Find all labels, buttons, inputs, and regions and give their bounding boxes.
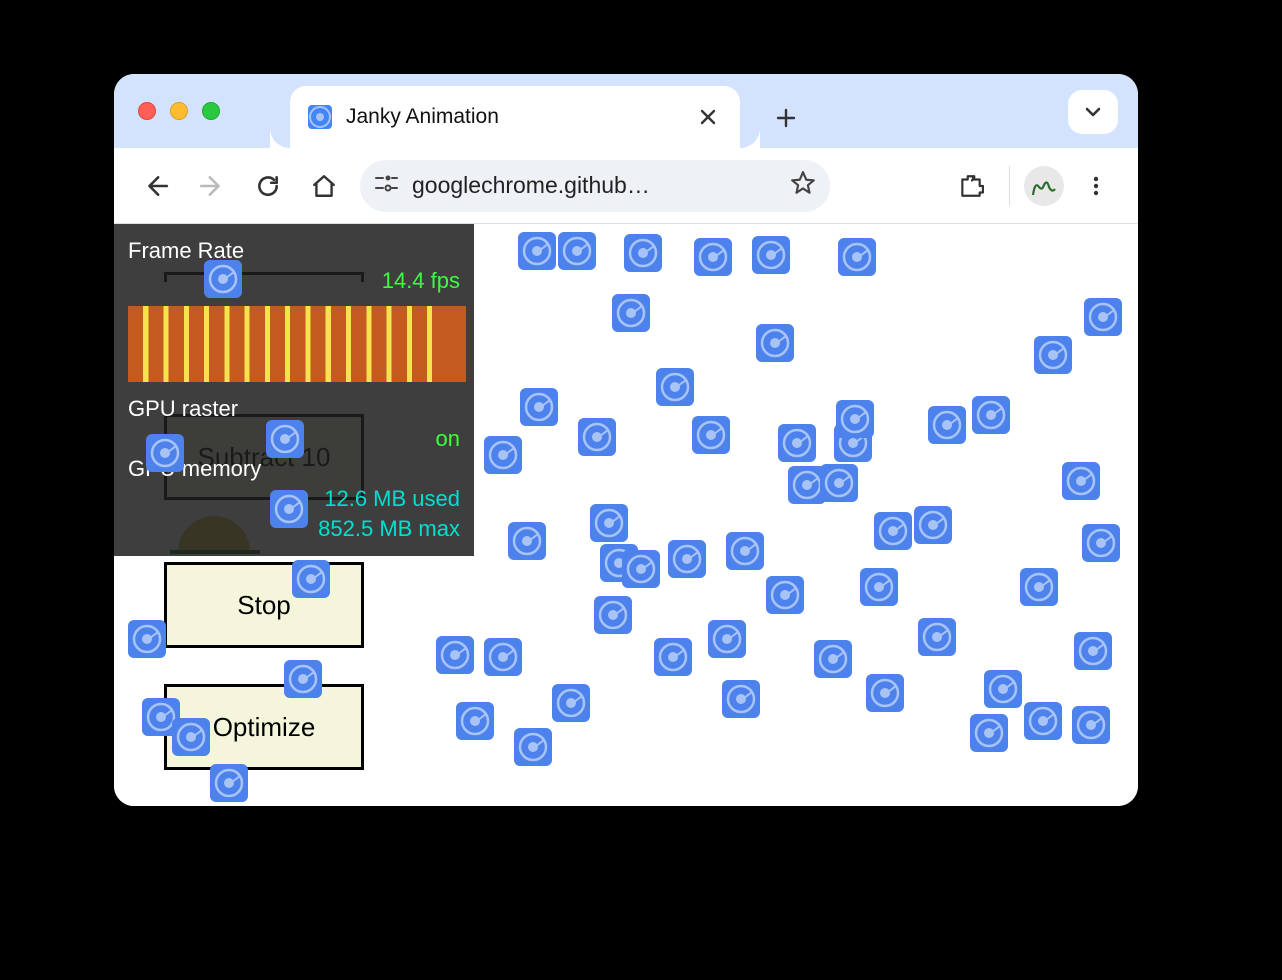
minimize-window-button[interactable] [170,102,188,120]
gpu-mem-used: 12.6 MB used [324,486,460,512]
chrome-logo-icon [1024,702,1062,740]
chrome-logo-icon [518,232,556,270]
chrome-logo-icon [146,434,184,472]
button-label: Stop [237,590,291,621]
chrome-logo-icon [656,368,694,406]
bookmark-star-icon[interactable] [790,170,816,201]
chrome-logo-icon [484,638,522,676]
chrome-logo-icon [624,234,662,272]
chrome-logo-icon [204,260,242,298]
chrome-logo-icon [484,436,522,474]
fps-graph [128,306,466,382]
new-tab-button[interactable] [766,98,806,138]
chrome-logo-icon [692,416,730,454]
gpu-raster-value: on [436,426,460,452]
reload-button[interactable] [244,162,292,210]
browser-toolbar: googlechrome.github… [114,148,1138,224]
stop-button[interactable]: Stop [164,562,364,648]
chrome-logo-icon [436,636,474,674]
chrome-logo-icon [456,702,494,740]
close-tab-button[interactable] [694,103,722,131]
tab-strip: Janky Animation [114,74,1138,148]
chrome-logo-icon [590,504,628,542]
menu-button[interactable] [1072,162,1120,210]
chrome-logo-icon [820,464,858,502]
fps-value: 14.4 fps [382,268,460,294]
gpu-mem-max: 852.5 MB max [318,516,460,542]
chrome-logo-icon [778,424,816,462]
chrome-logo-icon [270,490,308,528]
chrome-logo-icon [918,618,956,656]
chrome-logo-icon [210,764,248,802]
site-info-icon[interactable] [374,173,400,198]
chrome-logo-icon [128,620,166,658]
chrome-logo-icon [292,560,330,598]
chrome-logo-icon [520,388,558,426]
chrome-logo-icon [514,728,552,766]
chrome-logo-icon [668,540,706,578]
home-button[interactable] [300,162,348,210]
window-controls [138,102,220,120]
chrome-logo-icon [694,238,732,276]
back-button[interactable] [132,162,180,210]
chrome-logo-icon [814,640,852,678]
chrome-logo-icon [1084,298,1122,336]
url-text: googlechrome.github… [412,172,778,199]
chrome-logo-icon [266,420,304,458]
chrome-logo-icon [866,674,904,712]
chrome-logo-icon [622,550,660,588]
chrome-logo-icon [726,532,764,570]
chrome-logo-icon [1020,568,1058,606]
chrome-logo-icon [284,660,322,698]
address-bar[interactable]: googlechrome.github… [360,160,830,212]
chrome-logo-icon [984,670,1022,708]
chrome-logo-icon [612,294,650,332]
toolbar-divider [1009,166,1010,206]
tab-search-button[interactable] [1068,90,1118,134]
chrome-logo-icon [970,714,1008,752]
chrome-logo-icon [708,620,746,658]
chrome-logo-icon [972,396,1010,434]
forward-button[interactable] [188,162,236,210]
chrome-logo-icon [836,400,874,438]
chrome-logo-icon [172,718,210,756]
chrome-logo-icon [766,576,804,614]
close-window-button[interactable] [138,102,156,120]
chrome-logo-icon [752,236,790,274]
chrome-logo-icon [914,506,952,544]
chrome-logo-icon [1034,336,1072,374]
chrome-logo-icon [552,684,590,722]
chrome-logo-icon [722,680,760,718]
chrome-logo-icon [928,406,966,444]
extensions-button[interactable] [947,162,995,210]
browser-window: Janky Animation googlechrome. [114,74,1138,806]
page-content: Subtract 10 Stop Optimize Frame Rate 14.… [114,224,1138,806]
chrome-logo-icon [654,638,692,676]
chrome-logo-icon [558,232,596,270]
tab-title: Janky Animation [346,105,680,129]
chrome-logo-icon [508,522,546,560]
chrome-logo-icon [874,512,912,550]
gpu-raster-label: GPU raster [128,396,238,422]
chrome-logo-icon [1062,462,1100,500]
browser-tab[interactable]: Janky Animation [290,86,740,148]
chrome-logo-icon [1082,524,1120,562]
button-label: Optimize [213,712,316,743]
chrome-logo-icon [1074,632,1112,670]
chrome-logo-icon [756,324,794,362]
chrome-logo-icon [838,238,876,276]
tab-favicon [308,105,332,129]
chrome-logo-icon [578,418,616,456]
chrome-logo-icon [860,568,898,606]
fullscreen-window-button[interactable] [202,102,220,120]
chrome-logo-icon [1072,706,1110,744]
chrome-logo-icon [594,596,632,634]
profile-avatar[interactable] [1024,166,1064,206]
